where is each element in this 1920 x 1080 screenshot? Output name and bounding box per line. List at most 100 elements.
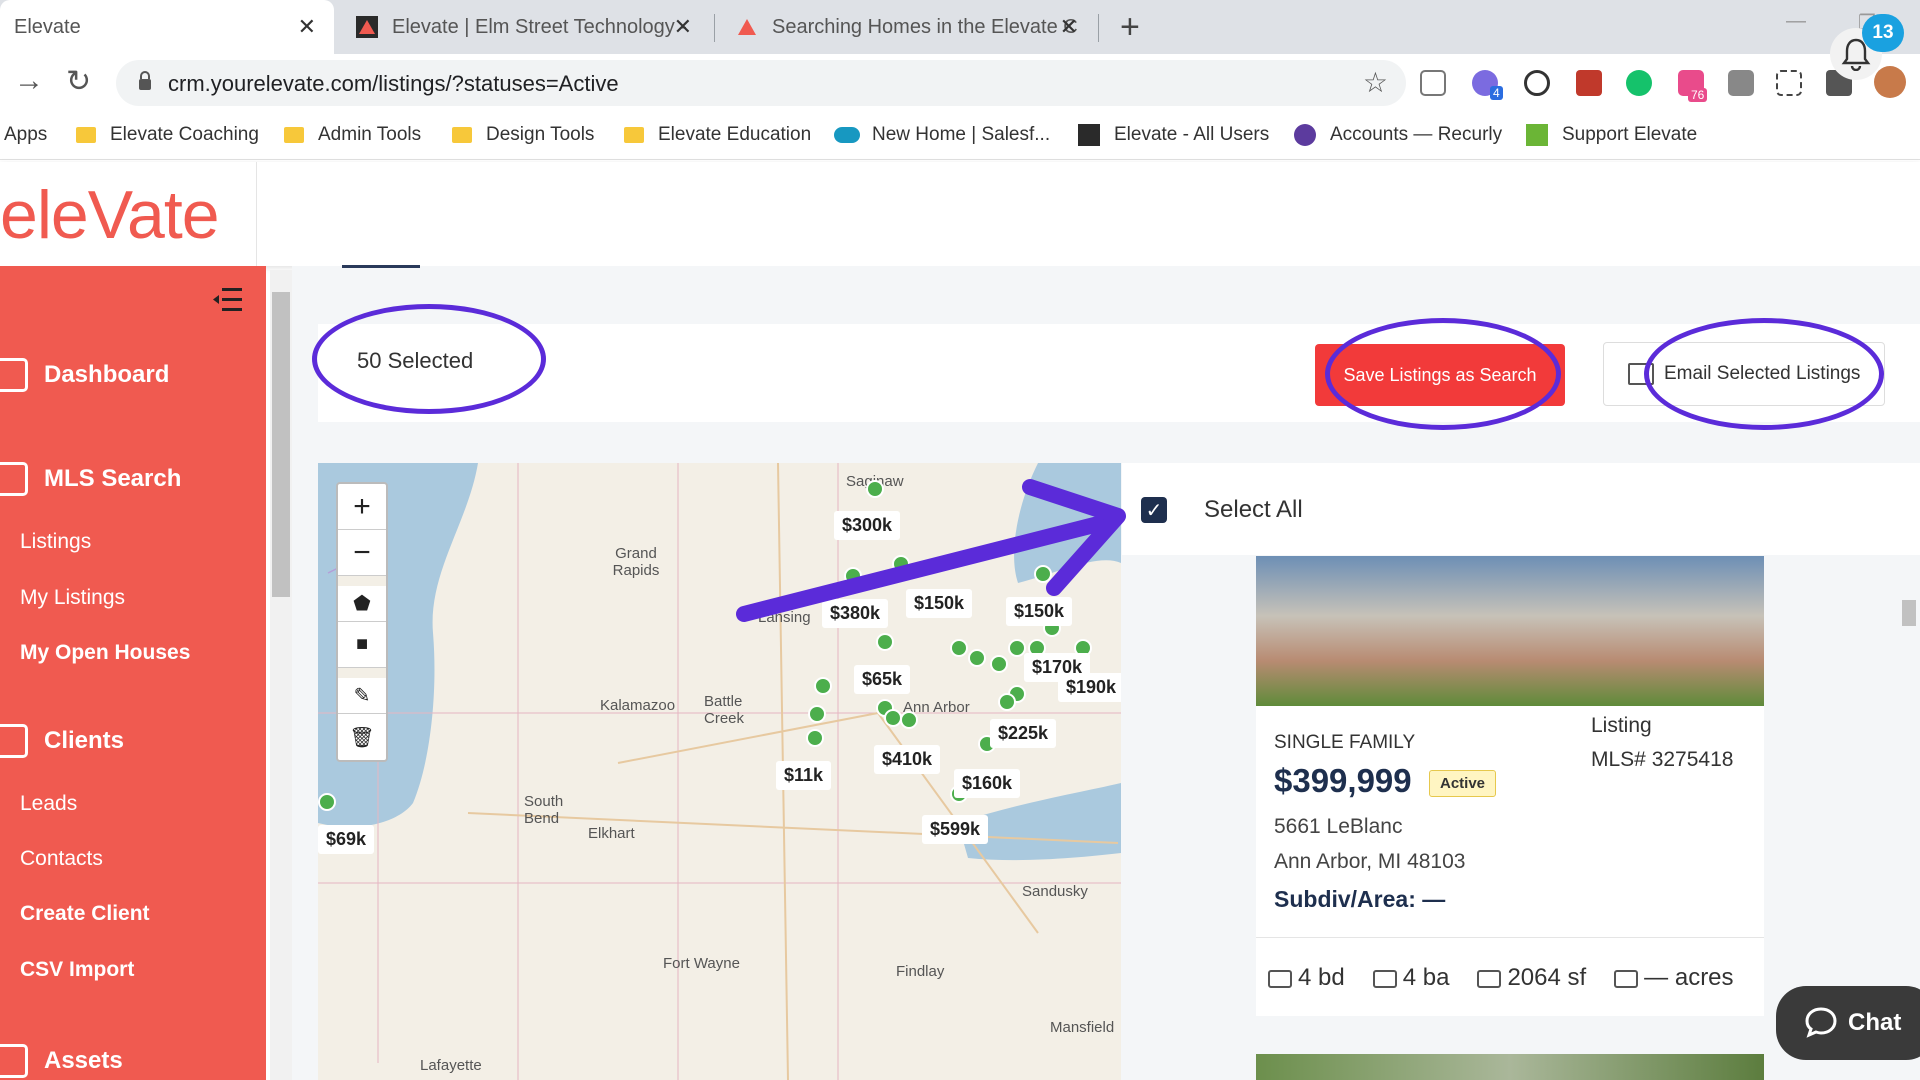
profile-avatar[interactable] bbox=[1874, 66, 1906, 98]
close-icon[interactable]: ✕ bbox=[674, 14, 692, 40]
reload-icon[interactable]: ↻ bbox=[66, 64, 91, 99]
grammarly-icon[interactable] bbox=[1626, 70, 1652, 96]
qr-code-icon[interactable] bbox=[1776, 70, 1802, 96]
bookmark-recurly[interactable]: Accounts — Recurly bbox=[1294, 124, 1502, 146]
bookmark-label: Apps bbox=[4, 124, 48, 145]
sidebar-section-label: Dashboard bbox=[44, 361, 170, 388]
city-label: Grand Rapids bbox=[612, 545, 660, 579]
listings-map[interactable]: Saginaw Grand Rapids Lansing Kalamazoo B… bbox=[318, 463, 1121, 1080]
sidebar-item-contacts[interactable]: Contacts bbox=[20, 847, 103, 871]
url-text[interactable]: crm.yourelevate.com/listings/?statuses=A… bbox=[168, 71, 619, 97]
price-label[interactable]: $190k bbox=[1058, 673, 1121, 702]
map-marker[interactable] bbox=[814, 677, 832, 695]
extension-dropper-icon[interactable] bbox=[1576, 70, 1602, 96]
price-label[interactable]: $11k bbox=[776, 761, 832, 790]
price-label[interactable]: $380k bbox=[822, 599, 889, 628]
map-marker[interactable] bbox=[844, 567, 862, 585]
sidebar-item-my-open-houses[interactable]: My Open Houses bbox=[20, 641, 190, 665]
sidebar-scrollbar-thumb[interactable] bbox=[272, 292, 290, 597]
map-marker[interactable] bbox=[876, 633, 894, 651]
bookmark-salesforce[interactable]: New Home | Salesf... bbox=[834, 124, 1050, 146]
bookmark-admin-tools[interactable]: Admin Tools bbox=[284, 124, 421, 146]
price-label[interactable]: $160k bbox=[954, 769, 1021, 798]
zoom-in-button[interactable]: + bbox=[338, 484, 386, 530]
draw-polygon-icon[interactable]: ⬟ bbox=[338, 576, 386, 622]
map-marker[interactable] bbox=[806, 729, 824, 747]
bed-icon bbox=[1268, 969, 1292, 988]
map-marker[interactable] bbox=[990, 655, 1008, 673]
bookmark-design-tools[interactable]: Design Tools bbox=[452, 124, 594, 146]
listings-scrollbar-thumb[interactable] bbox=[1902, 600, 1916, 626]
select-all-checkbox[interactable]: ✓ bbox=[1141, 497, 1167, 523]
bookmark-elevate-all-users[interactable]: Elevate - All Users bbox=[1078, 124, 1269, 146]
sidebar-item-listings[interactable]: Listings bbox=[20, 530, 91, 554]
listing-type: SINGLE FAMILY bbox=[1274, 732, 1416, 753]
sidebar-item-my-listings[interactable]: My Listings bbox=[20, 586, 125, 610]
price-label[interactable]: $150k bbox=[906, 589, 973, 618]
elevate-logo[interactable]: eleVate bbox=[0, 176, 220, 254]
close-icon[interactable]: ✕ bbox=[298, 14, 316, 40]
tab-title: Elevate | Elm Street Technology - bbox=[392, 15, 687, 38]
map-marker[interactable] bbox=[998, 693, 1016, 711]
browser-toolbar: → ↻ crm.yourelevate.com/listings/?status… bbox=[0, 54, 1920, 112]
tab-elm-street[interactable]: Elevate | Elm Street Technology - ✕ bbox=[350, 0, 710, 54]
bookmark-star-icon[interactable]: ☆ bbox=[1363, 66, 1388, 99]
extension-tb-icon[interactable] bbox=[1728, 70, 1754, 96]
trash-icon[interactable]: 🗑 bbox=[338, 714, 386, 760]
city-label: Kalamazoo bbox=[600, 697, 676, 714]
tab-elevate[interactable]: Elevate ✕ bbox=[0, 0, 334, 54]
sidebar-item-create-client[interactable]: Create Client bbox=[20, 902, 150, 926]
new-tab-icon[interactable]: + bbox=[1120, 8, 1140, 47]
minimize-icon[interactable]: — bbox=[1786, 10, 1806, 33]
draw-rectangle-icon[interactable]: ■ bbox=[338, 622, 386, 668]
select-all-label[interactable]: Select All bbox=[1204, 496, 1303, 524]
save-listings-as-search-button[interactable]: Save Listings as Search bbox=[1315, 344, 1565, 406]
sidebar-section-clients[interactable]: Clients bbox=[0, 724, 124, 758]
bookmark-apps[interactable]: Apps bbox=[4, 124, 47, 146]
price-label[interactable]: $225k bbox=[990, 719, 1057, 748]
price-label[interactable]: $410k bbox=[874, 745, 941, 774]
listing-photo[interactable] bbox=[1256, 556, 1764, 706]
extension-check-icon[interactable] bbox=[1524, 70, 1550, 96]
forward-icon[interactable]: → bbox=[14, 64, 44, 98]
chat-button[interactable]: Chat bbox=[1776, 986, 1920, 1060]
zoom-out-button[interactable]: − bbox=[338, 530, 386, 576]
next-listing-photo[interactable] bbox=[1256, 1054, 1764, 1080]
price-label[interactable]: $65k bbox=[854, 665, 911, 694]
bookmark-elevate-coaching[interactable]: Elevate Coaching bbox=[76, 124, 259, 146]
bookmark-support-elevate[interactable]: Support Elevate bbox=[1526, 124, 1697, 146]
folder-icon bbox=[624, 127, 644, 143]
tab-searching-homes[interactable]: Searching Homes in the Elevate C ✕ bbox=[730, 0, 1096, 54]
sidebar: Dashboard MLS Search Listings My Listing… bbox=[0, 266, 266, 1080]
edit-shape-icon[interactable]: ✎ bbox=[338, 668, 386, 714]
sidebar-item-leads[interactable]: Leads bbox=[20, 792, 77, 816]
price-label[interactable]: $150k bbox=[1006, 597, 1073, 626]
map-marker[interactable] bbox=[968, 649, 986, 667]
price-label[interactable]: $599k bbox=[922, 815, 989, 844]
sqft-feature: 2064 sf bbox=[1477, 964, 1586, 992]
map-marker[interactable] bbox=[318, 793, 336, 811]
email-selected-listings-button[interactable]: Email Selected Listings bbox=[1603, 342, 1885, 406]
map-marker[interactable] bbox=[866, 480, 884, 498]
map-marker[interactable] bbox=[808, 705, 826, 723]
floorplan-icon bbox=[1477, 969, 1502, 988]
price-label[interactable]: $69k bbox=[318, 825, 375, 854]
tab-title: Elevate bbox=[14, 15, 81, 38]
beds-value: 4 bd bbox=[1298, 964, 1345, 991]
sidebar-section-assets[interactable]: Assets bbox=[0, 1044, 123, 1078]
map-marker[interactable] bbox=[1034, 565, 1052, 583]
extension-c-icon[interactable] bbox=[1420, 70, 1446, 96]
address-bar[interactable]: crm.yourelevate.com/listings/?statuses=A… bbox=[116, 60, 1406, 106]
bookmark-elevate-education[interactable]: Elevate Education bbox=[624, 124, 811, 146]
map-marker[interactable] bbox=[950, 639, 968, 657]
collapse-menu-icon[interactable] bbox=[212, 286, 244, 314]
map-marker[interactable] bbox=[892, 555, 910, 573]
sidebar-section-dashboard[interactable]: Dashboard bbox=[0, 358, 169, 392]
sidebar-section-mls-search[interactable]: MLS Search bbox=[0, 462, 181, 496]
sidebar-item-csv-import[interactable]: CSV Import bbox=[20, 958, 134, 982]
app-header: eleVate bbox=[0, 162, 1920, 266]
price-label[interactable]: $300k bbox=[834, 511, 901, 540]
dashboard-icon bbox=[0, 358, 28, 392]
close-icon[interactable]: ✕ bbox=[1060, 14, 1078, 40]
map-marker[interactable] bbox=[900, 711, 918, 729]
